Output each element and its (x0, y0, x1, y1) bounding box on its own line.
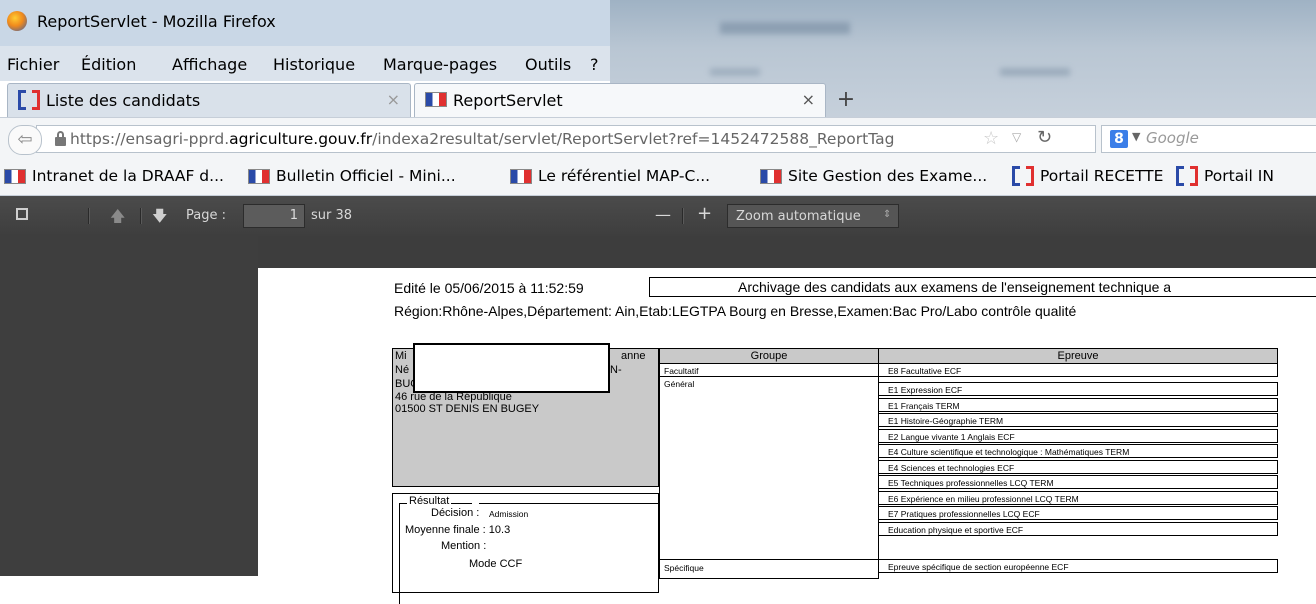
table-row: Education physique et sportive ECF (878, 522, 1278, 536)
decision-value: Admission (489, 509, 529, 519)
previous-page-icon[interactable]: 🡅 (110, 206, 125, 231)
resultat-box: Résultat Décision : Admission Moyenne fi… (392, 493, 659, 604)
menu-affichage[interactable]: Affichage (172, 55, 247, 74)
redaction-box (413, 343, 610, 393)
bookmark-bulletin-officiel[interactable]: Bulletin Officiel - Mini... (248, 167, 456, 185)
region-line: Région:Rhône-Alpes,Département: Ain,Etab… (394, 303, 1077, 319)
bookmarks-bar: Intranet de la DRAAF d... Bulletin Offic… (0, 159, 1316, 196)
zoom-select[interactable]: Zoom automatique ⇕ (727, 204, 899, 228)
pdf-page: Edité le 05/06/2015 à 11:52:59 Archivage… (258, 268, 1316, 604)
zoom-in-button[interactable]: + (697, 203, 712, 224)
bookmark-portail-in[interactable]: Portail IN (1176, 166, 1274, 186)
french-flag-icon (760, 169, 782, 184)
menu-historique[interactable]: Historique (273, 55, 355, 74)
group-facultatif: Facultatif (659, 363, 879, 377)
new-tab-button[interactable]: + (830, 87, 862, 115)
mode-ccf: Mode CCF (469, 558, 523, 570)
window-title: ReportServlet - Mozilla Firefox (37, 12, 276, 31)
portail-flag-icon (1012, 166, 1034, 186)
table-row: E4 Culture scientifique et technologique… (878, 444, 1278, 458)
french-flag-icon (510, 169, 532, 184)
tab-label: Liste des candidats (46, 91, 201, 110)
url-text: https://ensagri-pprd.agriculture.gouv.fr… (70, 130, 895, 148)
menu-outils[interactable]: Outils (525, 55, 571, 74)
menu-help[interactable]: ? (590, 55, 599, 74)
french-flag-icon (248, 169, 270, 184)
page-total: sur 38 (311, 208, 353, 223)
table-row: E2 Langue vivante 1 Anglais ECF (878, 429, 1278, 443)
firefox-logo-icon (7, 11, 27, 31)
portail-flag-icon (18, 90, 40, 110)
group-general: Général (659, 376, 879, 560)
tab-strip: Liste des candidats × ReportServlet × (0, 81, 880, 117)
url-bar[interactable]: https://ensagri-pprd.agriculture.gouv.fr… (36, 125, 1096, 153)
url-dropdown-icon[interactable]: ▽ (1012, 130, 1021, 144)
next-page-icon[interactable]: 🡇 (152, 206, 167, 231)
table-row: E1 Français TERM (878, 398, 1278, 412)
menu-marque-pages[interactable]: Marque-pages (383, 55, 497, 74)
table-row: E1 Expression ECF (878, 382, 1278, 396)
page-label: Page : (186, 208, 226, 223)
menu-bar: Fichier Édition Affichage Historique Mar… (0, 46, 610, 81)
search-placeholder: Google (1146, 129, 1199, 147)
bookmark-intranet-draaf[interactable]: Intranet de la DRAAF d... (4, 167, 224, 185)
resultat-legend: Résultat (407, 495, 452, 507)
navigation-bar: https://ensagri-pprd.agriculture.gouv.fr… (0, 117, 1316, 160)
bookmark-site-gestion-examens[interactable]: Site Gestion des Exame... (760, 167, 987, 185)
title-bar: ReportServlet - Mozilla Firefox (0, 0, 610, 46)
table-row: E7 Pratiques professionnelles LCQ ECF (878, 506, 1278, 520)
bookmark-portail-recette[interactable]: Portail RECETTE (1012, 166, 1163, 186)
mention-label: Mention : (441, 540, 487, 552)
group-specifique: Spécifique (659, 559, 879, 579)
french-flag-icon (4, 169, 26, 184)
table-row: Epreuve spécifique de section européenne… (878, 559, 1278, 573)
pdf-toolbar: 🡅 🡇 Page : 1 sur 38 — + Zoom automatique… (0, 196, 1316, 236)
table-row: E8 Facultative ECF (878, 363, 1278, 377)
back-button[interactable]: ⇦ (8, 125, 42, 155)
lock-icon (55, 131, 66, 147)
table-row: E6 Expérience en milieu professionnel LC… (878, 491, 1278, 505)
page-number-input[interactable]: 1 (243, 204, 305, 228)
search-engine-dropdown-icon[interactable]: ▼ (1132, 130, 1140, 143)
groupe-header: Groupe (659, 348, 879, 364)
tab-liste-des-candidats[interactable]: Liste des candidats × (7, 83, 411, 117)
edited-date: Edité le 05/06/2015 à 11:52:59 (394, 280, 584, 296)
reload-icon[interactable]: ↻ (1037, 127, 1052, 148)
zoom-out-button[interactable]: — (655, 205, 671, 224)
menu-edition[interactable]: Édition (81, 55, 136, 74)
bookmark-star-icon[interactable]: ☆ (983, 128, 999, 149)
tab-label: ReportServlet (453, 91, 563, 110)
archive-title-box: Archivage des candidats aux examens de l… (649, 277, 1316, 297)
bookmark-referentiel-map[interactable]: Le référentiel MAP-C... (510, 167, 710, 185)
decision-label: Décision : (431, 507, 480, 519)
epreuve-header: Epreuve (878, 348, 1278, 364)
table-row: E4 Sciences et technologies ECF (878, 460, 1278, 474)
close-tab-icon[interactable]: × (802, 90, 815, 109)
portail-flag-icon (1176, 166, 1198, 186)
search-engine-icon[interactable]: 8 (1110, 130, 1128, 148)
sidebar-toggle-icon[interactable] (16, 208, 28, 220)
search-bar[interactable]: 8 ▼ Google (1101, 125, 1316, 153)
tab-reportservlet[interactable]: ReportServlet × (414, 83, 826, 117)
close-tab-icon[interactable]: × (387, 90, 400, 109)
back-arrow-icon: ⇦ (17, 129, 33, 150)
archive-title: Archivage des candidats aux examens de l… (738, 279, 1172, 295)
table-row: E1 Histoire-Géographie TERM (878, 413, 1278, 427)
pdf-sidebar (0, 236, 258, 576)
moyenne-finale: Moyenne finale : 10.3 (405, 524, 511, 536)
table-row: E5 Techniques professionnelles LCQ TERM (878, 475, 1278, 489)
zoom-dropdown-icon: ⇕ (883, 209, 892, 220)
french-flag-icon (425, 92, 447, 107)
menu-fichier[interactable]: Fichier (7, 55, 59, 74)
